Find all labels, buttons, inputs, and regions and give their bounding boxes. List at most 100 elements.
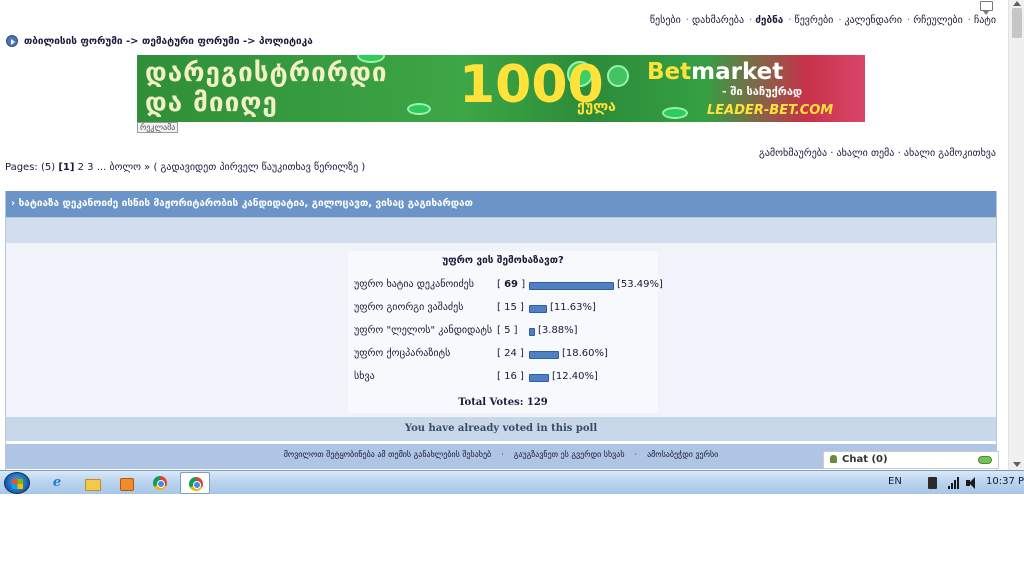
poll-option-label: უფრო "ლელოს" კანდიდატს — [354, 325, 493, 336]
footer-link[interactable]: გაუგზავნეთ ეს გვერდი სხვას — [514, 450, 625, 459]
footer-link[interactable]: მოვილოთ შეტყობინება ამ თემის განახლების … — [284, 450, 491, 459]
footer-link[interactable]: ამოსაბეჭდი ვერსი — [647, 450, 718, 459]
poll-option: უფრო "ლელოს" კანდიდატს [ 5 ] [3.88%] — [354, 324, 654, 340]
footer-separator: · — [634, 450, 638, 459]
clipboard-icon[interactable] — [928, 477, 937, 489]
coin-graphic — [607, 65, 629, 87]
windows-logo-icon — [12, 479, 23, 489]
banner-tagline: - ში საჩუქრად — [722, 85, 803, 98]
poll-result-bar — [529, 282, 614, 290]
nav-separator: · — [749, 15, 753, 26]
volume-icon[interactable] — [966, 477, 978, 489]
poll-option-percent: [18.60%] — [562, 348, 608, 359]
topic-actions: გამოხმაურება · ახალი თემა · ახალი გამოკი… — [759, 148, 996, 159]
chat-label: Chat — [842, 454, 868, 465]
chrome-icon — [181, 473, 209, 493]
coin-graphic — [662, 107, 688, 119]
poll-option-percent: [12.40%] — [552, 371, 598, 382]
poll-result-bar — [529, 328, 535, 336]
internet-explorer-icon: e — [52, 475, 62, 490]
scroll-down-icon[interactable] — [1013, 462, 1021, 467]
taskbar-chrome-active-button[interactable] — [180, 472, 210, 494]
footer-separator: · — [501, 450, 504, 459]
top-nav-link[interactable]: ჩატი — [974, 15, 996, 26]
forum-page: წესები · დახმარება · ძებნა · წევრები · კალენდარი… — [0, 0, 1008, 470]
poll-option-label: უფრო ქოცპარაზიტს — [354, 348, 451, 359]
folder-icon — [77, 472, 107, 494]
scroll-thumb[interactable] — [1012, 8, 1022, 38]
taskbar-explorer-button[interactable] — [77, 472, 107, 494]
nav-separator: · — [967, 15, 971, 26]
already-voted-message: You have already voted in this poll — [6, 417, 996, 441]
topic-table: › ხატიაზა დეკანოიძე ისნის მაჟორიტარობის … — [5, 191, 997, 470]
start-button[interactable] — [4, 472, 30, 494]
poll-option-percent: [3.88%] — [538, 325, 578, 336]
poll-result-bar — [529, 351, 559, 359]
poll-option-label: უფრო ხატია დეკანოიძეს — [354, 279, 474, 290]
people-icon — [830, 455, 837, 463]
taskbar-chrome-button[interactable] — [145, 472, 175, 494]
media-player-icon — [111, 472, 141, 494]
poll-question: უფრო ვის შემოხაზავთ? — [442, 255, 564, 266]
breadcrumb-text[interactable]: თბილისის ფორუმი -> თემატური ფორუმი -> პო… — [24, 36, 313, 47]
topic-title: ხატიაზა დეკანოიძე ისნის მაჟორიტარობის კა… — [18, 198, 473, 209]
poll-option-count: [ 15 ] — [497, 302, 524, 313]
page-links[interactable]: 2 3 ... — [78, 162, 107, 173]
poll-option-count: [ 5 ] — [497, 325, 518, 336]
poll-result-bar — [529, 305, 547, 313]
poll-area: უფრო ვის შემოხაზავთ? უფრო ხატია დეკანოიძ… — [6, 243, 996, 417]
top-nav-link[interactable]: რჩეულები — [913, 15, 963, 26]
poll-option: უფრო გიორგი ვაშაძეს [ 15 ] [11.63%] — [354, 301, 654, 317]
poll-option-count: [ 69 ] — [497, 279, 526, 290]
vertical-scrollbar[interactable] — [1008, 0, 1024, 470]
topic-title-bar: › ხატიაზა დეკანოიძე ისნის მაჟორიტარობის … — [6, 191, 996, 217]
coin-graphic — [407, 103, 431, 115]
taskbar-media-button[interactable] — [111, 472, 141, 494]
scroll-up-icon[interactable] — [1013, 1, 1021, 6]
nav-separator: · — [907, 15, 911, 26]
chat-toggle-icon[interactable] — [978, 456, 992, 464]
poll-option-label: სხვა — [354, 371, 375, 382]
chrome-icon — [145, 472, 175, 494]
poll-box: უფრო ვის შემოხაზავთ? უფრო ხატია დეკანოიძ… — [348, 251, 663, 413]
banner-amount-unit: ქულა — [577, 99, 616, 115]
nav-separator: · — [685, 15, 689, 26]
new-topic-link[interactable]: ახალი თემა — [837, 148, 895, 159]
top-nav-link[interactable]: ძებნა — [755, 15, 783, 26]
taskbar-ie-button[interactable]: e — [42, 472, 72, 494]
poll-option: სხვა [ 16 ] [12.40%] — [354, 370, 654, 386]
top-nav-link[interactable]: კალენდარი — [845, 15, 903, 26]
browser-viewport: წესები · დახმარება · ძებნა · წევრები · კალენდარი… — [0, 0, 1024, 470]
sub-header-bar — [6, 217, 996, 243]
ad-banner[interactable]: დარეგისტრირდი და მიიღე 1000 ქულა Betmark… — [137, 55, 865, 122]
poll-option-percent: [11.63%] — [550, 302, 596, 313]
windows-taskbar: e EN 10:37 PM — [0, 470, 1024, 494]
poll-option: უფრო ქოცპარაზიტს [ 24 ] [18.60%] — [354, 347, 654, 363]
speech-bubble-icon[interactable] — [980, 1, 993, 15]
nav-separator: · — [788, 15, 792, 26]
nav-separator: · — [838, 15, 842, 26]
poll-option-label: უფრო გიორგი ვაშაძეს — [354, 302, 464, 313]
poll-total-votes: Total Votes: 129 — [458, 397, 548, 408]
poll-option-count: [ 24 ] — [497, 348, 524, 359]
new-poll-link[interactable]: ახალი გამოკითხვა — [904, 148, 996, 159]
chat-widget[interactable]: Chat (0) — [823, 451, 999, 469]
system-tray: EN 10:37 PM — [874, 471, 1024, 495]
top-nav-link[interactable]: წესები — [650, 15, 681, 26]
top-nav-link[interactable]: დახმარება — [692, 15, 744, 26]
taskbar-clock[interactable]: 10:37 PM — [986, 476, 1024, 487]
language-indicator[interactable]: EN — [888, 476, 902, 487]
last-page-link[interactable]: ბოლო » — [109, 162, 150, 173]
top-nav-link[interactable]: წევრები — [795, 15, 834, 26]
poll-option-count: [ 16 ] — [497, 371, 524, 382]
poll-result-bar — [529, 374, 549, 382]
goto-first-unread-link[interactable]: ( გადავიდეთ პირველ წაუკითხავ წერილზე ) — [153, 162, 365, 173]
reply-link[interactable]: გამოხმაურება — [759, 148, 827, 159]
banner-site: LEADER-BET.COM — [707, 103, 834, 118]
network-signal-icon[interactable] — [948, 477, 960, 489]
chat-count: (0) — [871, 454, 888, 465]
pagination: Pages: (5) [1] 2 3 ... ბოლო » ( გადავიდე… — [5, 162, 365, 173]
breadcrumb: თბილისის ფორუმი -> თემატური ფორუმი -> პო… — [6, 35, 313, 47]
banner-brand: Betmarket — [647, 59, 784, 85]
top-nav-links: წესები · დახმარება · ძებნა · წევრები · კალენდარი… — [647, 15, 996, 26]
